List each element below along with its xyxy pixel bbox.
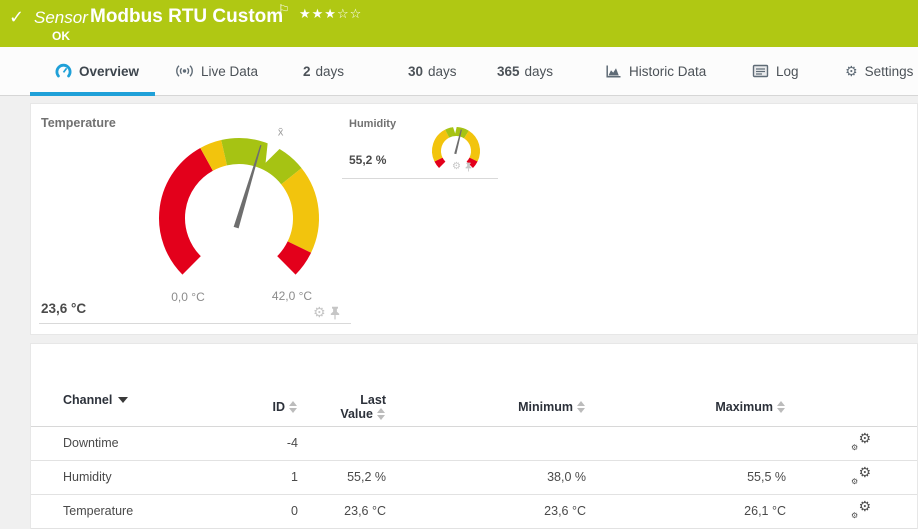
- temperature-current-value: 23,6 °C: [41, 301, 87, 316]
- column-header-id[interactable]: ID: [266, 374, 301, 427]
- gauge-settings-icon[interactable]: ⚙: [313, 304, 326, 321]
- minimum-cell: [389, 426, 589, 461]
- last-value-cell: 23,6 °C: [301, 494, 389, 529]
- gear-icon: ⚙: [851, 510, 859, 520]
- temperature-gauge-actions: ⚙: [313, 304, 340, 321]
- temperature-gauge: x̄: [159, 127, 319, 275]
- active-tab-underline: [30, 92, 155, 96]
- area-chart-icon: [606, 65, 621, 78]
- sensor-page: ✓ Sensor Modbus RTU Custom ⚐ ★★★☆☆ OK Ov…: [0, 0, 918, 529]
- tab-settings[interactable]: ⚙ Settings: [845, 47, 913, 95]
- humidity-gauge-actions: ⚙: [452, 161, 472, 172]
- maximum-cell: 26,1 °C: [589, 494, 789, 529]
- tab-overview[interactable]: Overview: [55, 47, 139, 95]
- pin-icon[interactable]: [465, 162, 472, 172]
- table-row[interactable]: Humidity 1 55,2 % 38,0 % 55,5 % ⚙ ⚙: [31, 460, 917, 495]
- tab-30-days[interactable]: 30 days: [408, 47, 457, 95]
- temperature-scale-max: 42,0 °C: [271, 289, 313, 303]
- channel-name-cell: Temperature: [31, 494, 266, 529]
- sensor-title: Modbus RTU Custom: [90, 6, 284, 27]
- channels-table: Channel ID Last Value Minimum Maximum Do…: [31, 374, 917, 529]
- minimum-cell: 38,0 %: [389, 460, 589, 495]
- gear-icon: ⚙: [858, 497, 871, 514]
- sort-caret-icon: [118, 397, 129, 404]
- ok-check-icon: ✓: [9, 7, 25, 27]
- channels-panel: Channel ID Last Value Minimum Maximum Do…: [30, 343, 918, 529]
- humidity-gauge-title: Humidity: [349, 118, 397, 130]
- maximum-cell: [589, 426, 789, 461]
- tab-live-data[interactable]: Live Data: [175, 47, 258, 95]
- gauge-settings-icon[interactable]: ⚙: [452, 161, 461, 172]
- column-header-minimum[interactable]: Minimum: [389, 374, 589, 427]
- tab-number: 365: [497, 63, 520, 79]
- channel-actions-cell: ⚙ ⚙: [789, 494, 917, 529]
- average-marker-label: x̄: [278, 127, 284, 139]
- flag-icon[interactable]: ⚐: [278, 2, 290, 18]
- humidity-current-value: 55,2 %: [349, 153, 387, 167]
- channel-settings-icon[interactable]: ⚙ ⚙: [851, 463, 871, 486]
- tab-bar: Overview Live Data 2 days 30 days 365 da…: [0, 47, 918, 96]
- channel-name-cell: Humidity: [31, 460, 266, 495]
- tab-label: days: [428, 63, 457, 79]
- pin-icon[interactable]: [330, 306, 340, 320]
- gauges-panel: Temperature x̄ 23,6 °C 0,0 °C 42,0 °C ⚙ …: [30, 103, 918, 335]
- tab-label: Live Data: [201, 63, 259, 79]
- tab-log[interactable]: Log: [752, 47, 799, 95]
- column-header-last-value[interactable]: Last Value: [301, 374, 389, 427]
- tab-label: Log: [776, 63, 799, 79]
- sort-arrows-icon: [377, 408, 386, 421]
- tab-label: Overview: [79, 63, 140, 79]
- maximum-cell: 55,5 %: [589, 460, 789, 495]
- channel-name-cell: Downtime: [31, 426, 266, 461]
- column-label: Maximum: [715, 399, 773, 414]
- column-label: ID: [272, 399, 286, 414]
- temperature-cell-divider: [39, 323, 351, 324]
- gauge-icon: [55, 63, 72, 78]
- channel-actions-cell: ⚙ ⚙: [789, 460, 917, 495]
- gear-icon: ⚙: [851, 476, 859, 486]
- column-label: Channel: [63, 392, 113, 407]
- table-row[interactable]: Temperature 0 23,6 °C 23,6 °C 26,1 °C ⚙ ⚙: [31, 494, 917, 529]
- settings-gear-icon: ⚙: [845, 63, 858, 79]
- tab-historic-data[interactable]: Historic Data: [605, 47, 706, 95]
- channel-id-cell: 0: [266, 494, 301, 529]
- tab-365-days[interactable]: 365 days: [497, 47, 553, 95]
- priority-stars[interactable]: ★★★☆☆: [299, 6, 362, 22]
- tab-label: Settings: [864, 63, 914, 79]
- tab-number: 2: [303, 63, 311, 79]
- channel-actions-cell: ⚙ ⚙: [789, 426, 917, 461]
- tab-number: 30: [408, 63, 424, 79]
- gear-icon: ⚙: [858, 429, 871, 446]
- channel-id-cell: -4: [266, 426, 301, 461]
- temperature-gauge-title: Temperature: [41, 116, 116, 130]
- status-badge: OK: [52, 29, 70, 43]
- column-label: Minimum: [518, 399, 573, 414]
- humidity-cell-divider: [342, 178, 498, 179]
- minimum-cell: 23,6 °C: [389, 494, 589, 529]
- gear-icon: ⚙: [851, 442, 859, 452]
- column-header-maximum[interactable]: Maximum: [589, 374, 789, 427]
- sensor-status-header: ✓ Sensor Modbus RTU Custom ⚐ ★★★☆☆ OK: [0, 0, 918, 47]
- channel-settings-icon[interactable]: ⚙ ⚙: [851, 429, 871, 452]
- gear-icon: ⚙: [858, 463, 871, 480]
- tab-2-days[interactable]: 2 days: [303, 47, 344, 95]
- column-header-channel[interactable]: Channel: [31, 374, 266, 427]
- live-signal-icon: [176, 65, 193, 77]
- temperature-scale-min: 0,0 °C: [171, 290, 205, 304]
- object-kind-label: Sensor: [34, 8, 88, 27]
- sort-arrows-icon: [577, 401, 586, 414]
- channel-settings-icon[interactable]: ⚙ ⚙: [851, 497, 871, 520]
- tab-label: Historic Data: [629, 63, 707, 79]
- log-list-icon: [752, 64, 769, 78]
- channel-id-cell: 1: [266, 460, 301, 495]
- last-value-cell: 55,2 %: [301, 460, 389, 495]
- column-header-actions: [789, 374, 917, 427]
- table-row[interactable]: Downtime -4 ⚙ ⚙: [31, 426, 917, 461]
- last-value-cell: [301, 426, 389, 461]
- sort-arrows-icon: [289, 401, 298, 414]
- tab-label: days: [524, 63, 554, 79]
- tab-label: days: [315, 63, 345, 79]
- sort-arrows-icon: [777, 401, 786, 414]
